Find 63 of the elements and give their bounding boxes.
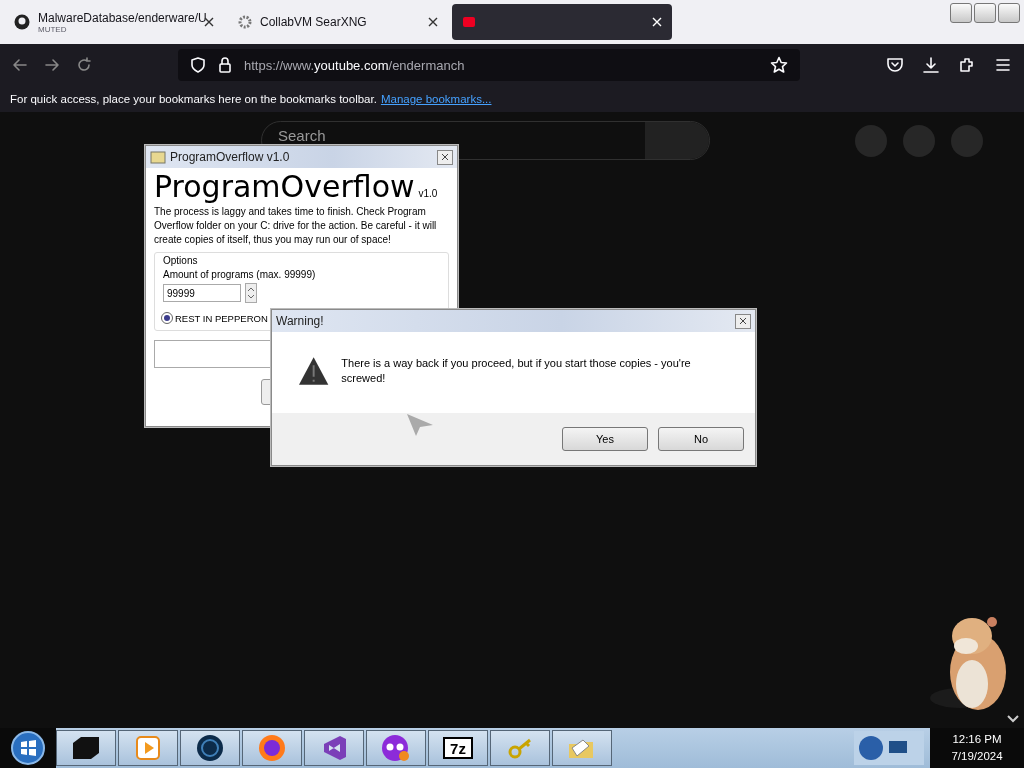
spinner-icon[interactable]: [245, 283, 257, 303]
group-label: Options: [163, 255, 199, 266]
clock[interactable]: 12:16 PM 7/19/2024: [930, 728, 1024, 768]
close-button[interactable]: [437, 149, 453, 165]
manage-bookmarks-link[interactable]: Manage bookmarks...: [380, 93, 492, 105]
firefox-icon: [258, 734, 286, 762]
star-icon[interactable]: [770, 56, 788, 74]
pocket-icon[interactable]: [886, 56, 904, 74]
close-icon[interactable]: [428, 17, 438, 27]
amount-label: Amount of programs (max. 99999): [163, 269, 317, 280]
page-icon: [462, 15, 476, 29]
menu-icon[interactable]: [994, 56, 1012, 74]
lock-icon: [218, 57, 232, 73]
taskbar-button[interactable]: [366, 730, 426, 766]
search-placeholder: Search: [278, 127, 326, 144]
forward-icon[interactable]: [44, 57, 60, 73]
extensions-icon[interactable]: [958, 56, 976, 74]
dialog-title: Warning!: [276, 314, 324, 328]
cursor-icon: [406, 413, 434, 437]
chevron-icon[interactable]: [1006, 714, 1020, 724]
mask-icon: [381, 734, 411, 762]
browser-tab[interactable]: MalwareDatabase/enderware/U MUTED: [4, 4, 224, 40]
version-label: v1.0: [418, 188, 438, 199]
radio-label: REST IN PEPPERON: [175, 312, 268, 324]
amount-field[interactable]: 99999: [163, 284, 241, 302]
gear-icon: [238, 15, 252, 29]
close-icon: [739, 317, 747, 325]
dialog-button[interactable]: No: [658, 427, 744, 451]
tab-muted-label: MUTED: [38, 24, 68, 34]
dialog-button[interactable]: Yes: [562, 427, 648, 451]
tab-title: MalwareDatabase/enderware/U: [38, 10, 207, 25]
description-text: The process is laggy and takes time to finish. Check Program Overflow folder on your C: drive for the action. Be careful - it will create copies of itself, thus you may run our of space!: [154, 205, 438, 247]
minimize-button[interactable]: [950, 3, 972, 23]
start-icon[interactable]: [11, 731, 45, 765]
time-text: 12:16 PM: [952, 732, 1002, 747]
taskbar-button[interactable]: [56, 730, 116, 766]
close-button[interactable]: [735, 313, 751, 329]
close-icon: [441, 153, 449, 161]
url-text: https://www.youtube.com/endermanch: [244, 57, 466, 73]
program-heading: ProgramOverflow: [154, 172, 415, 202]
close-window-button[interactable]: [998, 3, 1020, 23]
app-icon: [150, 149, 166, 165]
warning-icon: [298, 356, 330, 386]
tab-title: CollabVM SearXNG: [260, 15, 367, 29]
box-icon: [71, 735, 101, 761]
taskbar-button[interactable]: 7z: [428, 730, 488, 766]
taskbar-button[interactable]: [180, 730, 240, 766]
address-field[interactable]: https://www.youtube.com/endermanch: [178, 49, 800, 81]
warning-message: There is a way back if you proceed, but if you start those copies - you're screwed!: [341, 356, 692, 386]
browser-tab[interactable]: CollabVM SearXNG: [228, 4, 448, 40]
shield-icon: [190, 57, 206, 73]
maximize-button[interactable]: [974, 3, 996, 23]
close-icon[interactable]: [204, 17, 214, 27]
globe-icon: [196, 734, 224, 762]
radio-button[interactable]: [161, 312, 173, 324]
reload-icon[interactable]: [76, 57, 92, 73]
date-text: 7/19/2024: [951, 749, 1003, 764]
network-icon[interactable]: [858, 735, 884, 761]
zip-icon: 7z: [443, 737, 473, 759]
back-icon[interactable]: [12, 57, 28, 73]
download-icon[interactable]: [922, 56, 940, 74]
play-icon: [136, 736, 160, 760]
bookmarks-message: For quick access, place your bookmarks here on the bookmarks toolbar.: [10, 93, 377, 105]
